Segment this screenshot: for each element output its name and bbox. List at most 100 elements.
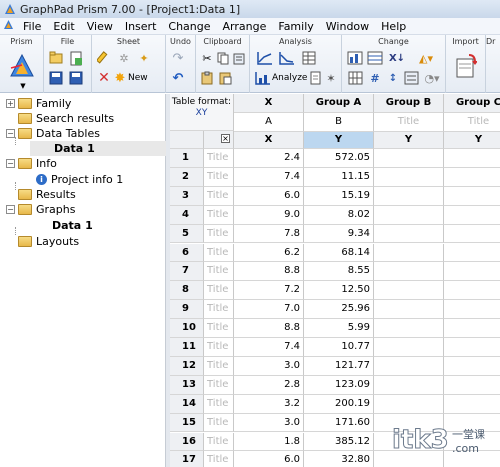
y-value-cell[interactable]: 32.80 (304, 451, 374, 467)
x-value-cell[interactable]: 8.8 (234, 319, 304, 338)
format-icon[interactable] (232, 50, 246, 66)
nav-item-graphs[interactable]: − Graphs (6, 202, 75, 217)
row-number[interactable]: 9 (170, 300, 204, 320)
text-format-icon[interactable] (402, 70, 420, 86)
pages-icon[interactable] (308, 70, 322, 86)
empty-cell[interactable] (374, 186, 444, 206)
empty-cell[interactable] (374, 394, 444, 414)
row-number[interactable]: 14 (170, 394, 204, 414)
row-number[interactable]: 17 (170, 451, 204, 467)
open-file-icon[interactable] (48, 50, 64, 66)
paste-icon[interactable] (200, 70, 214, 86)
empty-cell[interactable] (444, 357, 500, 376)
x-value-cell[interactable]: 3.0 (234, 356, 304, 376)
wand-icon[interactable]: ✶ (324, 70, 338, 86)
nav-item-layouts[interactable]: Layouts (18, 234, 79, 249)
x-value-cell[interactable]: 2.8 (234, 375, 304, 395)
chevron-down-icon[interactable]: ▼ (18, 81, 28, 91)
edit-pencil-icon[interactable] (96, 50, 112, 66)
graph-type-icon[interactable] (346, 50, 364, 66)
row-number[interactable]: 8 (170, 281, 204, 301)
row-title-cell[interactable]: Title (204, 224, 234, 244)
prism-button[interactable] (8, 51, 36, 81)
analyze-button-label[interactable]: Analyze (272, 73, 307, 83)
y-value-cell[interactable]: 121.77 (304, 356, 374, 376)
collapse-icon[interactable]: − (6, 129, 15, 138)
table-results-icon[interactable] (300, 50, 318, 66)
x-value-cell[interactable]: 1.8 (234, 432, 304, 452)
grid-icon[interactable] (346, 70, 364, 86)
empty-cell[interactable] (444, 262, 500, 282)
y-value-cell[interactable]: 10.77 (304, 338, 374, 357)
empty-cell[interactable] (374, 224, 444, 244)
nav-item-family[interactable]: + Family (6, 96, 71, 111)
row-number[interactable]: 7 (170, 262, 204, 282)
row-title-cell[interactable]: Title (204, 338, 234, 357)
row-number[interactable]: 2 (170, 167, 204, 187)
save-all-icon[interactable] (68, 70, 84, 86)
gear-icon[interactable]: ✲ (116, 50, 132, 66)
row-title-cell[interactable]: Title (204, 167, 234, 187)
empty-cell[interactable] (444, 395, 500, 414)
collapse-icon[interactable]: − (6, 159, 15, 168)
empty-cell[interactable] (444, 206, 500, 225)
empty-cell[interactable] (444, 300, 500, 320)
color-wheel-icon[interactable]: ◔▾ (422, 70, 442, 86)
row-title-cell[interactable]: Title (204, 394, 234, 414)
y-value-cell[interactable]: 572.05 (304, 149, 374, 168)
y-value-cell[interactable]: 9.34 (304, 224, 374, 244)
new-project-icon[interactable] (68, 50, 84, 66)
empty-cell[interactable] (444, 338, 500, 357)
nav-item-results[interactable]: Results (18, 187, 76, 202)
y-value-cell[interactable]: 8.02 (304, 205, 374, 225)
column-letter-b[interactable]: B (304, 113, 374, 132)
empty-cell[interactable] (444, 281, 500, 301)
empty-cell[interactable] (374, 205, 444, 225)
empty-cell[interactable] (444, 168, 500, 187)
row-title-cell[interactable]: Title (204, 186, 234, 206)
y-value-cell[interactable]: 200.19 (304, 394, 374, 414)
menu-family[interactable]: Family (272, 18, 319, 35)
x-value-cell[interactable]: 7.4 (234, 167, 304, 187)
system-menu-icon[interactable] (0, 18, 17, 35)
row-number[interactable]: 10 (170, 319, 204, 338)
y-value-cell[interactable]: 385.12 (304, 432, 374, 452)
analyze-icon[interactable] (254, 70, 272, 86)
save-icon[interactable] (48, 70, 64, 86)
empty-cell[interactable] (444, 149, 500, 168)
row-title-cell[interactable]: Title (204, 319, 234, 338)
row-title-cell[interactable]: Title (204, 281, 234, 301)
row-number[interactable]: 13 (170, 375, 204, 395)
row-number[interactable]: 6 (170, 243, 204, 263)
nav-item-graph-data-1[interactable]: Data 1 (52, 218, 93, 233)
empty-cell[interactable] (374, 243, 444, 263)
subcolumn-y-b[interactable]: Y (374, 132, 444, 149)
subcolumn-x[interactable]: X (234, 132, 304, 149)
undo-icon[interactable]: ↶ (170, 70, 186, 86)
row-title-cell[interactable]: Title (204, 205, 234, 225)
empty-cell[interactable] (444, 187, 500, 206)
row-number[interactable]: 1 (170, 149, 204, 168)
row-title-cell[interactable]: Title (204, 300, 234, 320)
close-icon[interactable]: × (221, 134, 230, 143)
x-value-cell[interactable]: 2.4 (234, 149, 304, 168)
row-title-cell[interactable]: Title (204, 451, 234, 467)
empty-cell[interactable] (374, 281, 444, 301)
menu-change[interactable]: Change (162, 18, 216, 35)
nav-item-info[interactable]: − Info (6, 156, 57, 171)
row-number[interactable]: 5 (170, 224, 204, 244)
x-value-cell[interactable]: 9.0 (234, 205, 304, 225)
x-value-cell[interactable]: 6.2 (234, 243, 304, 263)
nav-item-search-results[interactable]: Search results (18, 111, 114, 126)
empty-cell[interactable] (374, 167, 444, 187)
xy-graph-icon[interactable] (256, 50, 274, 66)
empty-cell[interactable] (374, 319, 444, 338)
menu-arrange[interactable]: Arrange (217, 18, 273, 35)
x-value-cell[interactable]: 7.4 (234, 338, 304, 357)
column-title-c[interactable]: Title (444, 113, 500, 132)
expand-icon[interactable]: + (6, 99, 15, 108)
menu-window[interactable]: Window (320, 18, 375, 35)
column-graph-icon[interactable] (278, 50, 296, 66)
x-value-cell[interactable]: 6.0 (234, 186, 304, 206)
y-value-cell[interactable]: 68.14 (304, 243, 374, 263)
